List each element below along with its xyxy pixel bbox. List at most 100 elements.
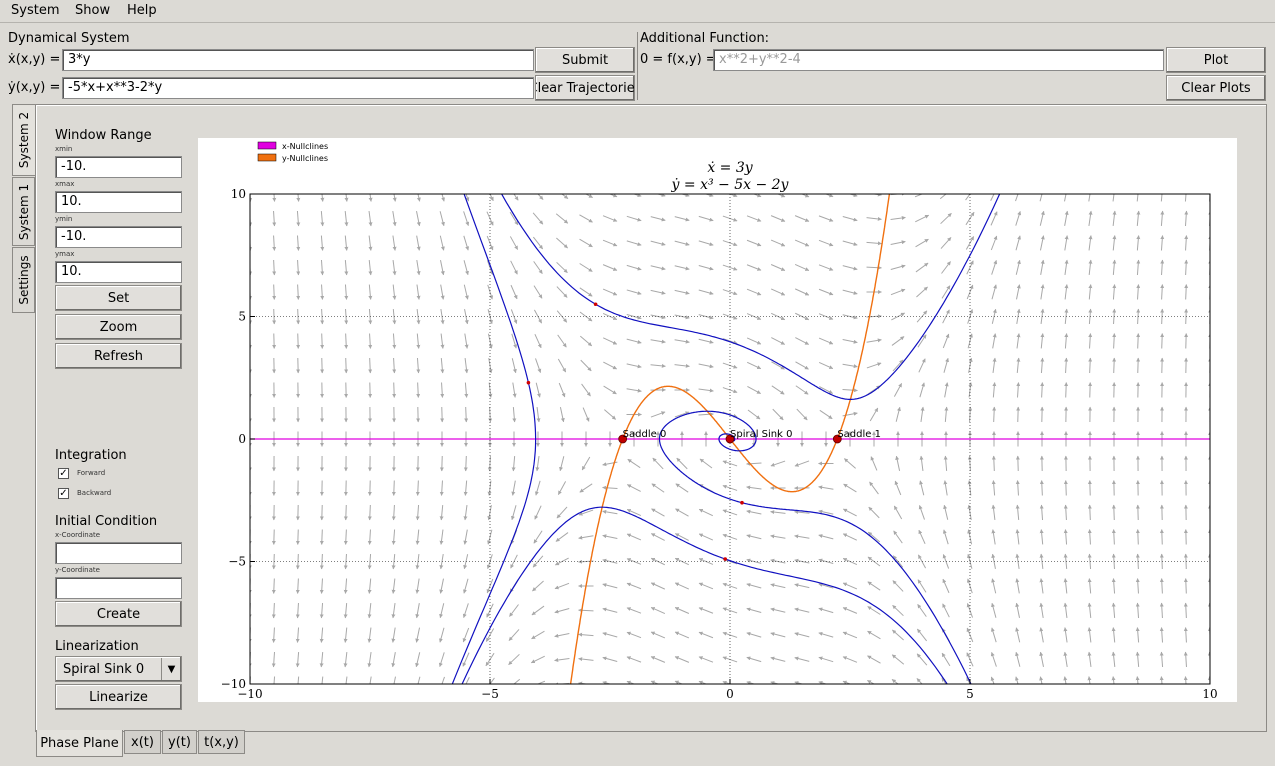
vector-arrow [990,652,997,667]
vector-arrow [391,603,396,619]
vector-arrow [556,237,568,249]
clear-trajectories-button[interactable]: Clear Trajectories [535,75,635,101]
vector-arrow [867,531,881,543]
vector-arrow [531,605,545,616]
xmax-label: xmax [55,180,75,188]
vector-arrow [1015,235,1021,251]
menu-help[interactable]: Help [127,3,157,18]
forward-checkbox[interactable]: ✓ [58,468,69,479]
vector-arrow [391,652,396,668]
y-tick-label: 5 [238,310,246,324]
vector-arrow [581,456,591,471]
ymin-input[interactable]: -10. [55,226,182,248]
separator [637,32,638,100]
vector-arrow [368,259,373,276]
vector-arrow [602,534,618,540]
linearize-button[interactable]: Linearize [55,684,182,710]
clear-plots-button[interactable]: Clear Plots [1166,75,1266,101]
vector-arrow [1016,382,1021,398]
vector-arrow [344,235,349,251]
vector-arrow [818,288,834,296]
vector-arrow [1015,651,1021,667]
vector-arrow [602,288,618,296]
vector-arrow [272,259,277,276]
set-button[interactable]: Set [55,285,182,311]
xmin-input[interactable]: -10. [55,156,182,178]
vector-arrow [463,284,469,300]
ymax-input[interactable]: 10. [55,261,182,283]
tab-x-t[interactable]: x(t) [124,730,161,754]
vector-arrow [674,656,690,663]
vector-arrow [556,261,568,274]
y-coordinate-input[interactable] [55,577,182,599]
refresh-button[interactable]: Refresh [55,343,182,369]
vector-arrow [1015,259,1021,275]
vector-arrow [343,627,348,643]
vector-arrow [890,240,906,245]
vector-arrow [770,583,786,589]
plot-button[interactable]: Plot [1166,47,1266,73]
vector-arrow [650,656,666,663]
vector-arrow [392,357,397,374]
tab-settings[interactable]: Settings [12,247,35,313]
phase-plane-plot[interactable]: −10 −5 0 5 10−10−50510 ẋ = 3y ẏ = x³ − 5x − … [198,138,1237,702]
vector-arrow [891,336,905,346]
tab-t-x-y[interactable]: t(x,y) [198,730,245,754]
menu-bar: System Show Help [0,0,1275,23]
vector-arrow [919,480,925,496]
chevron-down-icon[interactable]: ▼ [161,658,181,680]
vector-arrow [990,235,998,251]
vector-arrow [1039,480,1044,496]
vector-arrow [915,214,930,223]
vector-arrow [532,580,544,592]
vector-arrow [794,607,810,613]
backward-checkbox[interactable]: ✓ [58,488,69,499]
vector-arrow [843,483,857,493]
menu-system[interactable]: System [11,3,59,18]
vector-arrow [818,607,834,614]
zoom-button[interactable]: Zoom [55,314,182,340]
xdot-input[interactable]: 3*y [62,49,534,71]
vector-arrow [368,235,373,251]
tab-phase-plane[interactable]: Phase Plane [36,730,123,757]
x-coordinate-input[interactable] [55,542,182,564]
submit-button[interactable]: Submit [535,47,635,73]
vector-arrow [917,604,927,617]
ydot-input[interactable]: -5*x+x**3-2*y [62,77,534,99]
vector-arrow [463,260,469,276]
tab-system-2[interactable]: System 2 [12,104,35,176]
tab-system-1[interactable]: System 1 [12,177,35,246]
vector-arrow [1136,235,1141,251]
vector-arrow [818,337,834,345]
vector-arrow [534,333,542,349]
vector-arrow [842,215,858,222]
vector-arrow [772,408,784,421]
vector-arrow [626,484,641,492]
tab-y-t[interactable]: y(t) [162,730,197,754]
vector-arrow [1159,627,1164,643]
vector-arrow [746,288,762,296]
vector-arrow [439,603,445,619]
vector-arrow [602,583,618,589]
vector-arrow [557,481,567,495]
vector-arrow [866,265,882,270]
vector-arrow [1015,602,1021,618]
vector-arrow [626,240,642,247]
vector-arrow [842,508,857,517]
phase-plane-panel: −10 −5 0 5 10 −10 −5 0 5 10 ẋ = 3y ẏ = x³ − 5x − … [198,138,1237,702]
vector-arrow [296,284,301,300]
vector-arrow [416,260,421,276]
vector-arrow [794,460,810,467]
vector-arrow [1016,333,1021,349]
xmax-input[interactable]: 10. [55,191,182,213]
vector-arrow [578,657,594,662]
x-tick-label: −5 [481,687,499,701]
f-input[interactable]: x**2+y**2-4 [713,49,1164,71]
vector-arrow [1112,333,1117,349]
vector-arrow [746,509,762,515]
vector-arrow [463,578,469,594]
menu-show[interactable]: Show [75,3,110,18]
vector-arrow [1063,504,1068,521]
create-button[interactable]: Create [55,601,182,627]
vector-arrow [992,406,997,423]
